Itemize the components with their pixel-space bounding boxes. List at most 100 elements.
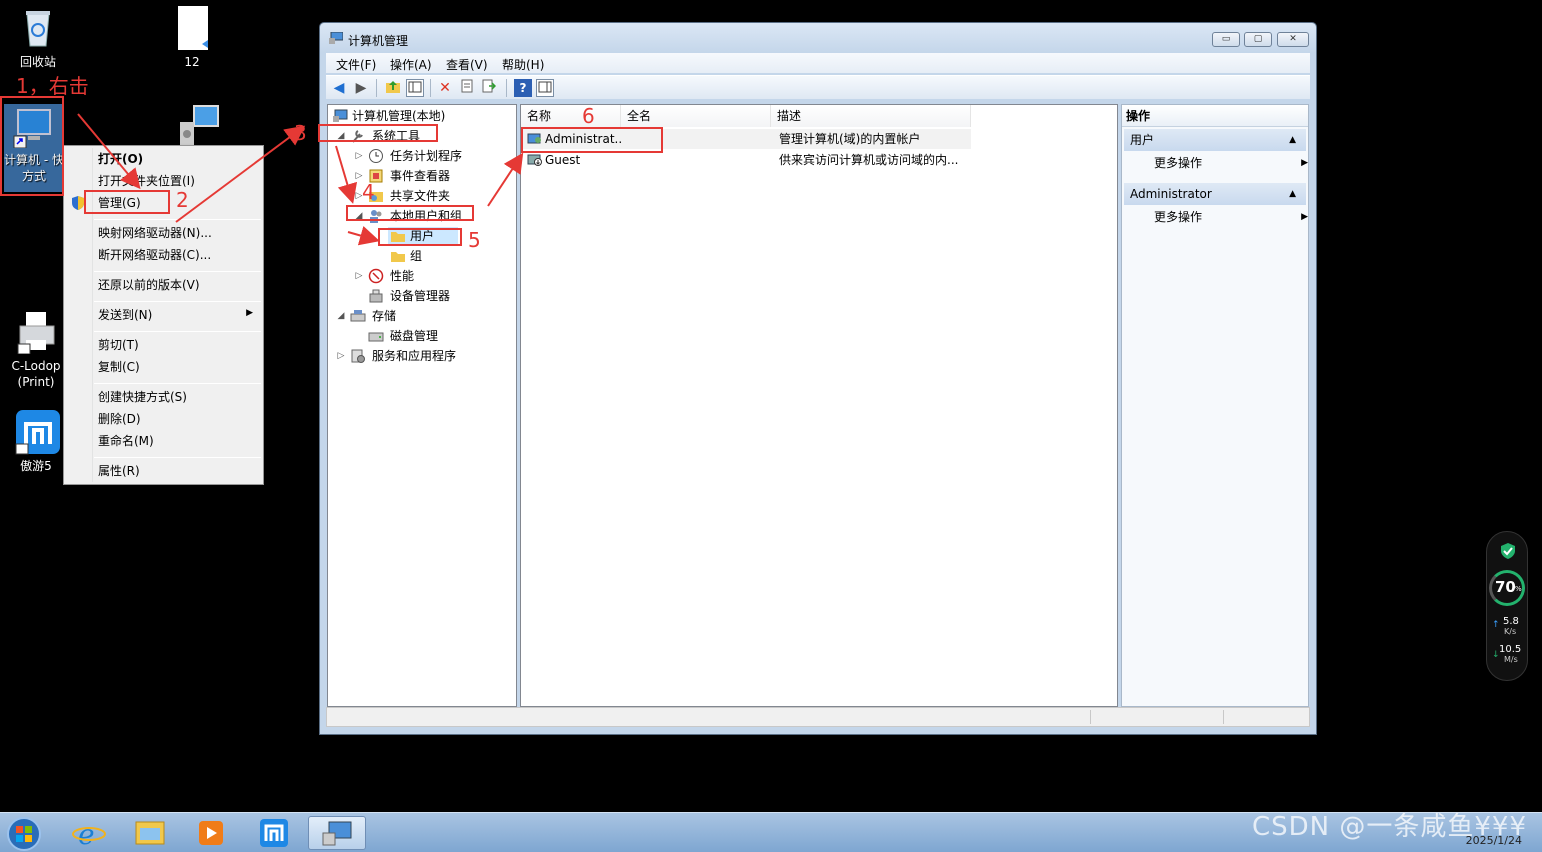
menu-separator [94, 219, 261, 220]
download-unit: M/s [1504, 655, 1518, 664]
annotation-box-computer [0, 96, 64, 196]
menu-action[interactable]: 操作(A) [390, 56, 432, 73]
clodop-shortcut[interactable]: C-Lodop (Print) [4, 310, 68, 390]
tree-item-label: 事件查看器 [390, 169, 451, 183]
tree-item-label: 共享文件夹 [390, 189, 451, 203]
annotation-step1: 1，右击 [16, 74, 89, 98]
document-icon [170, 6, 214, 50]
folder-icon [390, 248, 406, 264]
actions-section-users[interactable]: 用户 ▲ [1124, 129, 1306, 151]
user-disabled-icon [527, 152, 543, 168]
column-header-description[interactable]: 描述 [771, 105, 971, 127]
table-row[interactable]: Guest 供来宾访问计算机或访问域的内... [523, 150, 971, 170]
maxthon-label: 傲游5 [20, 459, 52, 473]
tree-item-label: 存储 [372, 309, 397, 323]
disk-icon [368, 328, 384, 344]
annotation-step6: 6 [582, 104, 595, 128]
menu-cut[interactable]: 剪切(T) [98, 335, 139, 355]
menu-help[interactable]: 帮助(H) [502, 56, 544, 73]
storage-icon [350, 308, 366, 324]
recycle-bin-icon [16, 6, 60, 50]
show-hide-tree-icon[interactable] [406, 79, 424, 97]
more-actions-users[interactable]: 更多操作 ▶ [1154, 153, 1308, 173]
menu-map-network-drive[interactable]: 映射网络驱动器(N)... [98, 223, 212, 243]
forward-arrow-icon[interactable]: ▶ [352, 79, 370, 97]
user-fullname-cell [627, 150, 767, 170]
menu-delete[interactable]: 删除(D) [98, 409, 141, 429]
maxthon-icon [14, 410, 60, 455]
more-actions-label: 更多操作 [1154, 156, 1203, 170]
submenu-arrow-icon: ▶ [1301, 212, 1308, 222]
collapse-icon[interactable]: ▲ [1289, 183, 1296, 205]
menu-disconnect-network-drive[interactable]: 断开网络驱动器(C)... [98, 245, 211, 265]
recycle-bin-shortcut[interactable]: 回收站 [6, 6, 70, 70]
column-header-name[interactable]: 名称 [521, 105, 621, 127]
recycle-bin-label: 回收站 [19, 55, 56, 69]
file-12-shortcut[interactable]: 12 [160, 6, 224, 70]
start-button[interactable] [4, 816, 48, 851]
network-computer-icon [176, 104, 220, 148]
maxthon-shortcut[interactable]: 傲游5 [4, 410, 68, 474]
menu-separator [94, 271, 261, 272]
menu-view[interactable]: 查看(V) [446, 56, 488, 73]
delete-icon[interactable]: ✕ [436, 79, 454, 97]
taskbar-media-player[interactable] [184, 816, 236, 850]
user-name-cell: Guest [545, 153, 581, 167]
up-folder-icon[interactable] [384, 79, 402, 97]
menu-copy[interactable]: 复制(C) [98, 357, 140, 377]
clodop-label: C-Lodop (Print) [11, 359, 61, 389]
minimize-button[interactable]: ▭ [1212, 32, 1240, 47]
close-button[interactable]: ✕ [1277, 32, 1309, 47]
taskbar-maxthon[interactable] [248, 816, 300, 850]
toolbar: ◀ ▶ ✕ ? [326, 75, 1310, 99]
menu-rename[interactable]: 重命名(M) [98, 431, 154, 451]
annotation-box-manage [84, 190, 170, 214]
navigation-tree: 计算机管理(本地) ◢ 系统工具 ▷ 任务计划程序 ▷ 事件查看器 ▷ 共享文件… [327, 104, 517, 707]
tree-item-label: 组 [410, 249, 423, 263]
annotation-step2: 2 [176, 188, 189, 212]
expand-arrow-icon[interactable]: ▷ [354, 147, 364, 165]
menu-create-shortcut[interactable]: 创建快捷方式(S) [98, 387, 187, 407]
actions-section-title: 用户 [1130, 133, 1155, 147]
menu-properties[interactable]: 属性(R) [98, 461, 140, 481]
taskbar-explorer[interactable] [124, 816, 176, 850]
tree-root-label: 计算机管理(本地) [352, 109, 446, 123]
collapse-arrow-icon[interactable]: ◢ [336, 307, 346, 325]
actions-header: 操作 [1122, 105, 1308, 127]
network-monitor-widget[interactable]: 70 % ↑ 5.8 K/s ↓ 10.5 M/s [1486, 531, 1528, 681]
expand-arrow-icon[interactable]: ▷ [336, 347, 346, 365]
toolbar-separator [430, 79, 431, 97]
export-list-icon[interactable] [480, 79, 498, 97]
actions-section-administrator[interactable]: Administrator ▲ [1124, 183, 1306, 205]
menu-file[interactable]: 文件(F) [336, 56, 376, 73]
column-header-fullname[interactable]: 全名 [621, 105, 771, 127]
more-actions-administrator[interactable]: 更多操作 ▶ [1154, 207, 1308, 227]
menu-send-to[interactable]: 发送到(N) [98, 305, 152, 325]
taskbar-ie[interactable]: e [64, 816, 116, 851]
status-bar [326, 707, 1310, 727]
printer-icon [14, 310, 58, 355]
submenu-arrow-icon: ▶ [1301, 158, 1308, 168]
tree-item-label: 磁盘管理 [390, 329, 439, 343]
properties-icon[interactable] [458, 79, 476, 97]
memory-percent: 70 [1495, 578, 1516, 596]
action-pane-icon[interactable] [536, 79, 554, 97]
maximize-button[interactable]: ▢ [1244, 32, 1272, 47]
status-divider [1223, 710, 1224, 724]
file-12-label: 12 [184, 55, 200, 69]
svg-text:e: e [78, 818, 95, 850]
title-bar[interactable]: 计算机管理 ▭ ▢ ✕ [320, 23, 1316, 53]
back-arrow-icon[interactable]: ◀ [330, 79, 348, 97]
menu-open[interactable]: 打开(O) [98, 149, 143, 169]
menu-separator [94, 457, 261, 458]
clock-icon [368, 148, 384, 164]
taskbar-computer-management[interactable] [308, 816, 366, 850]
menu-bar: 文件(F) 操作(A) 查看(V) 帮助(H) [326, 53, 1310, 73]
actions-pane: 操作 用户 ▲ 更多操作 ▶ Administrator ▲ 更多操作 ▶ [1121, 104, 1309, 707]
expand-arrow-icon[interactable]: ▷ [354, 267, 364, 285]
menu-restore-previous-versions[interactable]: 还原以前的版本(V) [98, 275, 200, 295]
collapse-icon[interactable]: ▲ [1289, 129, 1296, 151]
memory-gauge: 70 % [1489, 570, 1525, 606]
annotation-box-users [378, 228, 462, 246]
help-icon[interactable]: ? [514, 79, 532, 97]
